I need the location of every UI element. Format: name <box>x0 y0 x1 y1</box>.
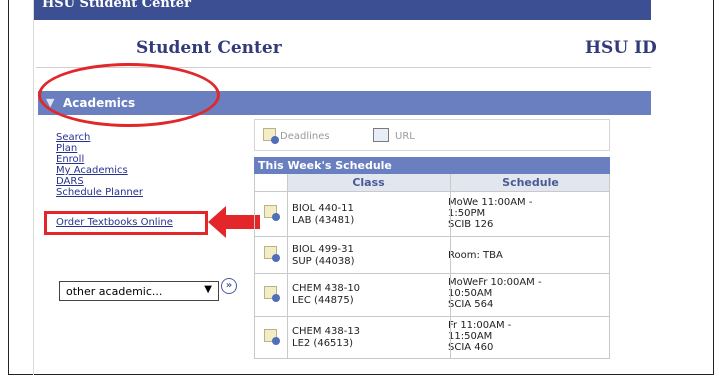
chevron-down-icon: ▼ <box>204 284 212 295</box>
other-academic-select[interactable]: other academic... ▼ <box>59 281 219 301</box>
go-button[interactable]: » <box>221 278 237 294</box>
link-dars[interactable]: DARS <box>56 176 143 187</box>
link-schedule-planner[interactable]: Schedule Planner <box>56 187 143 198</box>
class-line2: LEC (44875) <box>292 295 354 306</box>
schedule-line3: SCIA 460 <box>448 342 494 353</box>
schedule-line2: 10:50AM <box>448 288 493 299</box>
schedule-line3: SCIA 564 <box>448 299 494 310</box>
table-row: CHEM 438-13 LE2 (46513) Fr 11:00AM - 11:… <box>254 316 610 358</box>
url-link[interactable]: URL <box>395 131 415 142</box>
link-my-academics[interactable]: My Academics <box>56 165 143 176</box>
link-enroll[interactable]: Enroll <box>56 154 143 165</box>
column-header-class: Class <box>287 174 450 191</box>
table-right-border <box>609 174 610 358</box>
academics-link-list: Search Plan Enroll My Academics DARS Sch… <box>56 132 143 198</box>
class-details-icon[interactable] <box>264 286 280 302</box>
window-title-bar: HSU Student Center <box>34 0 651 20</box>
class-line1: CHEM 438-10 <box>292 283 361 294</box>
table-row: BIOL 440-11 LAB (43481) MoWe 11:00AM - 1… <box>254 191 610 236</box>
class-details-icon[interactable] <box>264 246 280 262</box>
schedule-line3: SCIB 126 <box>448 219 494 230</box>
page-title: Student Center <box>136 38 282 58</box>
class-line2: LE2 (46513) <box>292 338 354 349</box>
select-value: other academic... <box>66 285 163 298</box>
link-plan[interactable]: Plan <box>56 143 143 154</box>
class-line2: SUP (44038) <box>292 256 355 267</box>
table-left-border <box>254 174 255 358</box>
class-details-icon[interactable] <box>264 205 280 221</box>
schedule-line1: Fr 11:00AM - <box>448 320 512 331</box>
schedule-header: This Week's Schedule <box>254 157 610 174</box>
table-divider-icon-col <box>287 174 288 358</box>
schedule-line2: 1:50PM <box>448 208 486 219</box>
table-row: BIOL 499-31 SUP (44038) Room: TBA <box>254 236 610 273</box>
link-search[interactable]: Search <box>56 132 143 143</box>
table-row: CHEM 438-10 LEC (44875) MoWeFr 10:00AM -… <box>254 273 610 316</box>
table-divider-class-col <box>450 174 451 358</box>
deadlines-icon[interactable] <box>263 128 279 144</box>
class-line1: BIOL 440-11 <box>292 203 354 214</box>
schedule-line1: MoWe 11:00AM - <box>448 197 533 208</box>
table-bottom-border <box>254 358 610 359</box>
window-title: HSU Student Center <box>42 0 191 11</box>
highlight-arrow-icon <box>208 206 260 238</box>
schedule-line2: 11:50AM <box>448 331 493 342</box>
schedule-title: This Week's Schedule <box>258 159 392 172</box>
class-line1: BIOL 499-31 <box>292 244 354 255</box>
content-left-border <box>33 0 34 375</box>
schedule-line1: MoWeFr 10:00AM - <box>448 277 542 288</box>
class-details-icon[interactable] <box>264 329 280 345</box>
class-line2: LAB (43481) <box>292 215 355 226</box>
url-icon[interactable] <box>373 128 389 142</box>
column-header-schedule: Schedule <box>451 174 610 191</box>
schedule-line1: Room: TBA <box>448 250 503 261</box>
hsu-id-label: HSU ID <box>585 38 657 58</box>
highlight-oval <box>38 63 220 127</box>
link-order-textbooks[interactable]: Order Textbooks Online <box>56 217 173 228</box>
deadlines-link[interactable]: Deadlines <box>280 131 330 142</box>
class-line1: CHEM 438-13 <box>292 326 361 337</box>
